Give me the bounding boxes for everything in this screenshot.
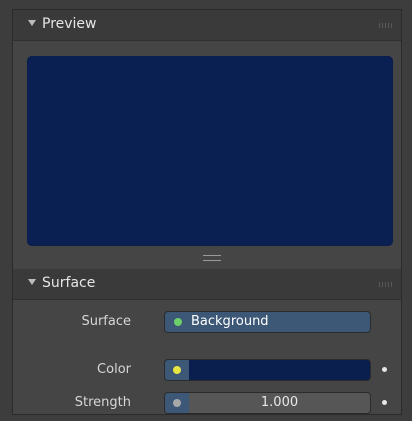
color-field[interactable] <box>164 359 371 381</box>
color-label: Color <box>97 362 131 377</box>
preview-panel-title: Preview <box>42 16 97 32</box>
collapse-triangle-icon[interactable] <box>28 20 36 26</box>
strength-field[interactable]: 1.000 <box>164 392 371 414</box>
color-socket-button[interactable] <box>165 360 189 380</box>
properties-panel-frame: Preview Surface Surface Background Color… <box>12 9 402 415</box>
drag-grip-icon[interactable] <box>379 282 393 287</box>
shader-socket-icon <box>174 318 182 326</box>
surface-label: Surface <box>81 314 131 329</box>
color-socket-icon <box>173 366 181 374</box>
drag-grip-icon[interactable] <box>379 23 393 28</box>
preview-panel-header[interactable]: Preview <box>13 10 401 41</box>
material-preview <box>27 56 393 246</box>
value-socket-icon <box>173 399 181 407</box>
surface-shader-selector[interactable]: Background <box>164 311 371 333</box>
keyframe-dot-icon[interactable] <box>382 400 387 405</box>
keyframe-dot-icon[interactable] <box>382 367 387 372</box>
surface-panel-title: Surface <box>42 275 96 291</box>
preview-resize-handle-icon[interactable] <box>203 255 221 261</box>
surface-panel-header[interactable]: Surface <box>13 269 401 300</box>
surface-shader-value: Background <box>191 314 269 329</box>
collapse-triangle-icon[interactable] <box>28 279 36 285</box>
strength-label: Strength <box>74 395 131 410</box>
strength-value: 1.000 <box>260 395 299 410</box>
strength-socket-button[interactable] <box>165 393 189 413</box>
